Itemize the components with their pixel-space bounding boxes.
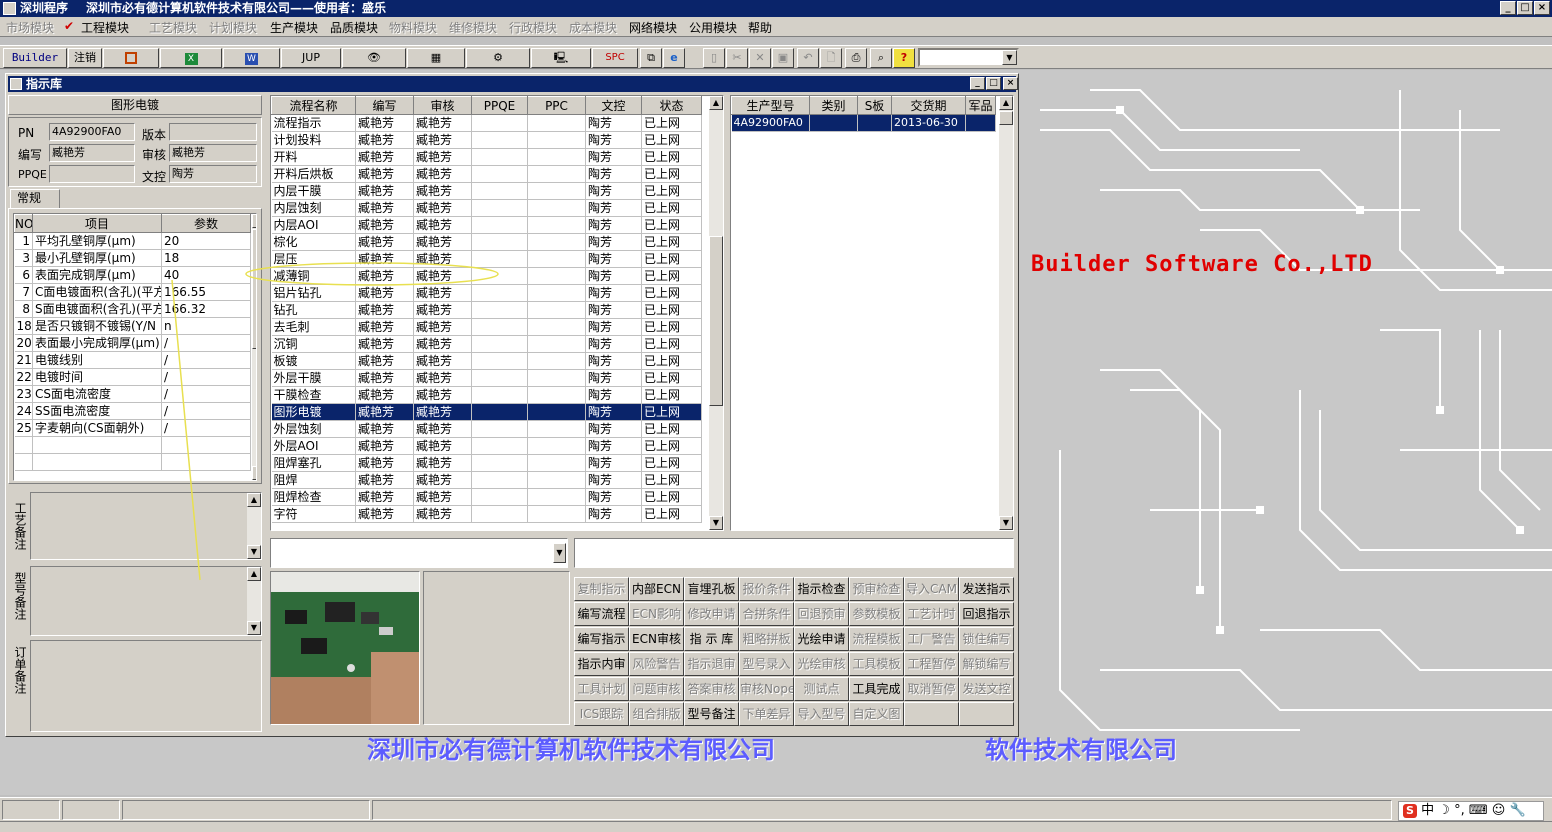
ime-toolbar[interactable]: S 中 ☽ °, ⌨ ☺ 🔧 [1398, 801, 1544, 821]
status-pane-1 [2, 800, 60, 820]
wrench-icon[interactable]: 🔧 [1509, 803, 1525, 818]
user-icon[interactable]: ☺ [1492, 803, 1506, 818]
status-pane-4 [372, 800, 1392, 820]
status-bar [0, 797, 1552, 821]
punct-icon[interactable]: °, [1454, 803, 1465, 818]
annotation-line [171, 279, 201, 581]
ime-lang[interactable]: 中 [1421, 803, 1434, 818]
highlight-ellipse [245, 262, 499, 286]
status-pane-2 [62, 800, 120, 820]
annotation-overlay [171, 262, 499, 581]
status-pane-3 [122, 800, 370, 820]
keyboard-icon[interactable]: ⌨ [1469, 803, 1488, 818]
taskbar-strip [0, 821, 1552, 832]
sogou-icon[interactable]: S [1403, 804, 1417, 818]
moon-icon[interactable]: ☽ [1438, 803, 1450, 818]
